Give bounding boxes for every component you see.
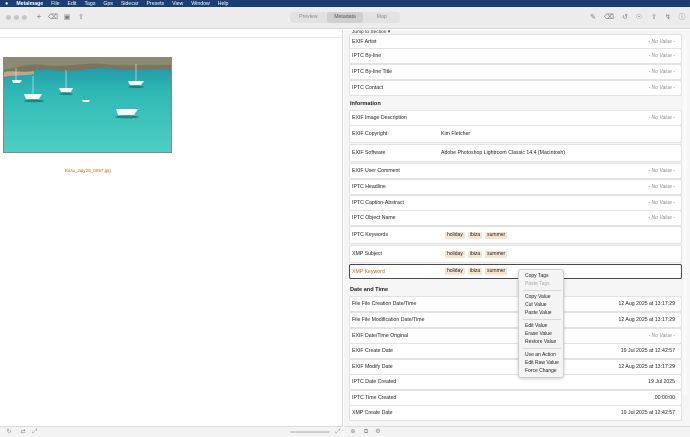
metadata-row-xmp-keyword[interactable]: XMP Keyword holiday ibiza summer [349,264,682,279]
menu-item-edit-raw-value[interactable]: Edit Raw Value [525,360,559,366]
menu-item-copy-tags[interactable]: Copy Tags [525,273,549,279]
location-icon[interactable]: ☉ [634,12,644,22]
info-icon[interactable]: ⓘ [677,12,687,22]
keyword-tag[interactable]: holiday [445,250,465,258]
menu-item-force-change[interactable]: Force Change [525,368,557,374]
metadata-row-file-modification-date[interactable]: File File Modification Date/Time 12 Aug … [349,312,682,328]
toolbar: + ⌫ ▣ ⇧ Preview Metadata Map ✎ ⌫ ↺ ☉ ⇧ ↯… [0,7,690,29]
keyword-tag[interactable]: ibiza [467,231,483,239]
browser-footer: ↻ ⇄ ⤢ ⤢ [0,426,343,437]
keyword-tag[interactable]: summer [485,250,508,258]
menu-window[interactable]: Window [191,1,209,7]
menu-item-paste-tags[interactable]: Paste Tags [525,281,550,287]
metadata-scrollbar[interactable] [683,40,687,395]
view-segmented-control: Preview Metadata Map [290,12,400,23]
bolt-icon[interactable]: ↯ [663,12,673,22]
photo-image [4,58,171,152]
menu-item-restore-value[interactable]: Restore Value [525,339,556,345]
zoom-window-button[interactable] [22,15,27,20]
metadata-row-xmp-subject[interactable]: XMP Subject holiday ibiza summer [349,245,682,263]
metadata-row-exif-create-date[interactable]: EXIF Create Date 19 Jul 2025 at 12:42:57 [349,343,682,359]
image-icon[interactable]: ▣ [62,12,72,22]
keyword-tag[interactable]: summer [485,268,508,275]
metadata-row-exif-user-comment[interactable]: EXIF User Comment - No Value - [349,163,682,179]
tab-map[interactable]: Map [363,12,400,23]
section-title-information: Information [350,101,381,107]
menu-app-name[interactable]: MetaImage [16,1,43,7]
menu-item-erase-value[interactable]: Erase Value [525,331,552,337]
menu-view[interactable]: View [172,1,183,7]
metadata-row-iptc-caption-abstract[interactable]: IPTC Caption-Abstract - No Value - [349,195,682,211]
flip-icon[interactable]: ⇄ [19,428,27,436]
rotate-icon[interactable]: ↻ [5,428,13,436]
menu-separator [523,290,561,291]
metadata-row-iptc-date-created[interactable]: IPTC Date Created 19 Jul 2025 [349,374,682,390]
close-window-button[interactable] [6,15,11,20]
settings-icon[interactable]: ⚙ [374,428,382,436]
keyword-tag[interactable]: holiday [445,231,465,239]
thumbnail-size-slider[interactable] [290,431,330,433]
metadata-row-file-creation-date[interactable]: File File Creation Date/Time 12 Aug 2025… [349,296,682,312]
divider [0,37,343,38]
keyword-tags: holiday ibiza summer [445,231,510,239]
metadata-panel: Jump to Section ▾ EXIF Artist - No Value… [344,30,690,426]
menu-sidecar[interactable]: Sidecar [121,1,139,7]
menu-item-cut-value[interactable]: Cut Value [525,302,547,308]
menu-tags[interactable]: Tags [84,1,95,7]
back-icon[interactable]: ⌫ [48,12,58,22]
metadata-row-iptc-object-name[interactable]: IPTC Object Name - No Value - [349,210,682,226]
menu-edit[interactable]: Edit [68,1,77,7]
metadata-row-exif-software[interactable]: EXIF Software Adobe Photoshop Lightroom … [349,144,682,162]
keyword-tag[interactable]: ibiza [467,268,483,275]
section-title-date-and-time: Date and Time [350,287,389,293]
add-icon[interactable]: ⊕ [349,428,357,436]
xmp-keyword-tags: holiday ibiza summer [445,268,510,275]
metadata-row-iptc-time-created[interactable]: IPTC Time Created 00:00:00 [349,390,682,406]
minimize-window-button[interactable] [14,15,19,20]
expand-icon[interactable]: ⤢ [31,428,39,436]
menu-item-copy-value[interactable]: Copy Value [525,294,550,300]
keyword-tag[interactable]: holiday [445,268,465,275]
history-icon[interactable]: ↺ [620,12,630,22]
metadata-row-exif-date-time-original[interactable]: EXIF Date/Time Original - No Value - [349,328,682,344]
photo-thumbnail[interactable] [3,57,172,153]
menu-item-paste-value[interactable]: Paste Value [525,310,552,316]
metadata-row-iptc-keywords[interactable]: IPTC Keywords holiday ibiza summer [349,226,682,244]
tab-metadata[interactable]: Metadata [326,12,364,23]
metadata-row-iptc-contact[interactable]: IPTC Contact - No Value - [349,80,682,96]
menu-separator [523,348,561,349]
keyword-tag[interactable]: ibiza [467,250,483,258]
context-menu: Copy Tags Paste Tags Copy Value Cut Valu… [518,269,564,378]
fullscreen-icon[interactable]: ⤢ [334,428,342,436]
metadata-row-iptc-headline[interactable]: IPTC Headline - No Value - [349,179,682,195]
menu-help[interactable]: Help [218,1,229,7]
subject-tags: holiday ibiza summer [445,250,510,258]
tab-preview[interactable]: Preview [290,12,327,23]
menu-gps[interactable]: Gps [103,1,113,7]
metadata-row-exif-copyright[interactable]: EXIF Copyright Kim Fletcher [349,125,682,143]
export-icon[interactable]: ⇧ [76,12,86,22]
metadata-row-exif-modify-date[interactable]: EXIF Modify Date 12 Aug 2025 at 13:17:29 [349,359,682,375]
share-icon[interactable]: ⇧ [649,12,659,22]
menu-bar: ● MetaImage File Edit Tags Gps Sidecar P… [0,0,690,7]
metadata-row-iptc-byline[interactable]: IPTC By-line - No Value - [349,48,682,64]
metadata-row-exif-image-description[interactable]: EXIF Image Description - No Value - [349,110,682,126]
menu-presets[interactable]: Presets [147,1,165,7]
menu-item-use-an-action[interactable]: Use an Action [525,352,556,358]
menu-file[interactable]: File [51,1,59,7]
menu-separator [523,319,561,320]
metadata-row-xmp-create-date[interactable]: XMP Create Date 19 Jul 2025 at 12:42:57 [349,405,682,421]
copy-icon[interactable]: ⧉ [362,428,370,436]
metadata-row-iptc-byline-title[interactable]: IPTC By-line Title - No Value - [349,64,682,80]
plus-icon[interactable]: + [34,12,44,22]
metadata-footer: ⊕ ⧉ ⚙ [344,426,690,437]
thumbnail-browser: Ibiza_July25_0057.jpg [0,30,343,426]
menu-item-edit-value[interactable]: Edit Value [525,323,547,329]
apple-icon[interactable]: ● [5,1,8,7]
keyword-tag[interactable]: summer [485,231,508,239]
edit-icon[interactable]: ✎ [588,12,598,22]
thumbnail-filename[interactable]: Ibiza_July25_0057.jpg [0,168,176,173]
erase-icon[interactable]: ⌫ [604,12,614,22]
